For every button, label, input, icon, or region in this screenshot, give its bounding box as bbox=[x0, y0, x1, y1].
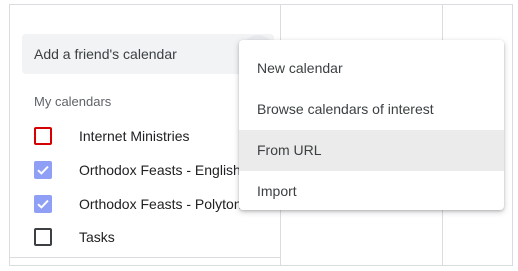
calendar-label: Internet Ministries bbox=[79, 128, 190, 144]
menu-item-browse-calendars[interactable]: Browse calendars of interest bbox=[239, 89, 504, 130]
calendar-label: Tasks bbox=[79, 229, 115, 245]
menu-item-from-url[interactable]: From URL bbox=[239, 130, 504, 171]
menu-item-new-calendar[interactable]: New calendar bbox=[239, 48, 504, 89]
calendar-item-tasks[interactable]: Tasks bbox=[22, 223, 262, 251]
calendar-label: Orthodox Feasts - English bbox=[79, 162, 241, 178]
checkbox-icon[interactable] bbox=[34, 127, 52, 145]
section-divider bbox=[10, 257, 280, 258]
calendar-item-orthodox-feasts-polytonic[interactable]: Orthodox Feasts - Polytonic bbox=[22, 190, 262, 218]
add-calendar-menu: New calendar Browse calendars of interes… bbox=[239, 40, 504, 210]
checkbox-icon[interactable] bbox=[34, 228, 52, 246]
my-calendars-header[interactable]: My calendars bbox=[34, 94, 111, 109]
calendar-item-orthodox-feasts-english[interactable]: Orthodox Feasts - English bbox=[22, 156, 262, 184]
add-friend-calendar-input[interactable]: Add a friend's calendar bbox=[22, 34, 274, 74]
calendar-label: Orthodox Feasts - Polytonic bbox=[79, 196, 252, 212]
checkbox-checked-icon[interactable] bbox=[34, 161, 52, 179]
calendar-item-internet-ministries[interactable]: Internet Ministries bbox=[22, 122, 262, 150]
checkbox-checked-icon[interactable] bbox=[34, 195, 52, 213]
menu-item-import[interactable]: Import bbox=[239, 171, 504, 212]
